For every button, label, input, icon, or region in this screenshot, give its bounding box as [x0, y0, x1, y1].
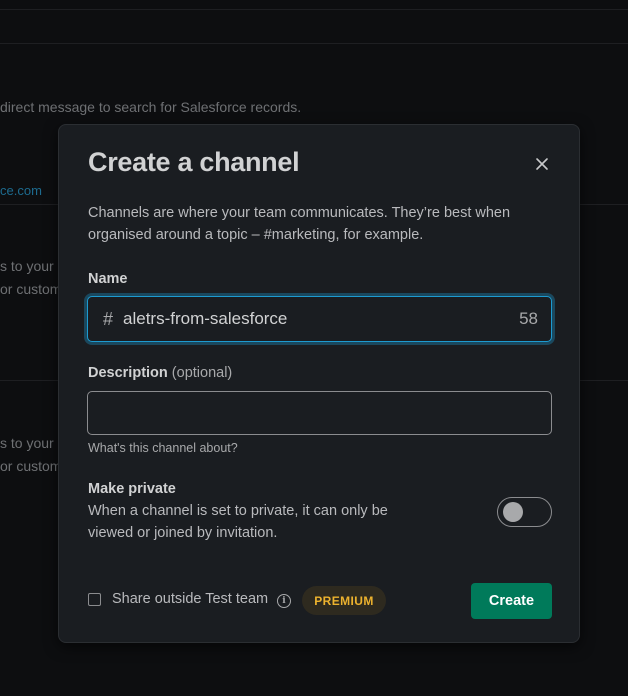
- dialog-description: Channels are where your team communicate…: [88, 205, 511, 243]
- make-private-toggle[interactable]: [497, 497, 552, 527]
- background-link[interactable]: ce.com: [0, 183, 42, 198]
- create-button[interactable]: Create: [471, 583, 552, 619]
- close-button[interactable]: [529, 151, 555, 177]
- background-text: direct message to search for Salesforce …: [0, 99, 302, 115]
- description-label-text: Description: [88, 365, 168, 381]
- divider: [0, 43, 628, 44]
- background-text: or custom: [0, 458, 62, 474]
- name-label: Name: [88, 271, 128, 287]
- channel-name-value[interactable]: aletrs-from-salesforce: [123, 309, 519, 329]
- divider: [0, 9, 628, 10]
- background-text: or custom: [0, 281, 62, 297]
- optional-tag: (optional): [171, 365, 233, 381]
- create-channel-dialog: Create a channel Channels are where your…: [58, 124, 580, 643]
- dialog-title: Create a channel: [88, 147, 300, 177]
- hash-icon: #: [103, 308, 114, 329]
- background-text: s to your: [0, 258, 54, 274]
- premium-badge: PREMIUM: [302, 586, 386, 615]
- close-icon: [536, 158, 548, 170]
- make-private-description: When a channel is set to private, it can…: [88, 503, 388, 541]
- toggle-knob: [503, 502, 523, 522]
- share-outside-label[interactable]: Share outside Test team: [112, 591, 268, 607]
- description-input[interactable]: [87, 391, 552, 435]
- character-count: 58: [519, 309, 538, 328]
- channel-name-input[interactable]: # aletrs-from-salesforce 58: [87, 296, 552, 342]
- background-text: s to your: [0, 435, 54, 451]
- info-icon[interactable]: i: [277, 594, 291, 608]
- description-hint: What's this channel about?: [88, 441, 238, 455]
- share-outside-checkbox[interactable]: [88, 593, 101, 606]
- make-private-label: Make private: [88, 481, 176, 497]
- description-label: Description (optional): [88, 365, 232, 381]
